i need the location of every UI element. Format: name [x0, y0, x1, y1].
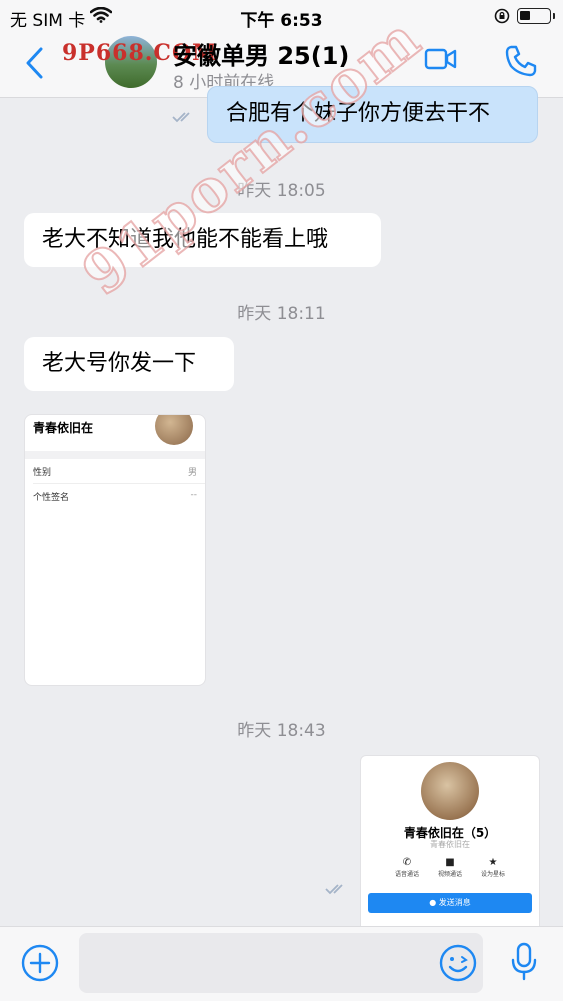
emoji-icon[interactable] [438, 943, 478, 983]
send-message-button[interactable]: ● 发送消息 [368, 893, 532, 913]
card-row-value: 男 [187, 468, 197, 478]
divider [25, 451, 205, 459]
timestamp: 昨天 18:43 [237, 721, 326, 741]
card-row-label: 性别 [33, 468, 52, 478]
card-contact-sub: 青春依旧在 [430, 840, 470, 849]
back-chevron-icon[interactable] [24, 46, 46, 80]
add-attachment-icon[interactable] [20, 943, 60, 983]
message-bubble-incoming[interactable]: 老大号你发一下 [24, 337, 234, 391]
rotation-lock-icon [494, 8, 510, 24]
top-bar: 无 SIM 卡 下午 6:53 9P668.COM 安徽单男 25(1) 8 小… [0, 0, 563, 98]
profile-screenshot-card[interactable]: 青春依旧在 性别 男 个性签名 -- [24, 414, 206, 686]
divider [33, 483, 205, 484]
clock: 下午 6:53 [240, 11, 323, 31]
contact-card-outgoing[interactable]: 青春依旧在（5） 青春依旧在 ✆ 语音通话 ■ 视频通话 ★ 设为星标 ● 发送… [360, 755, 540, 932]
read-receipt-icon [325, 884, 343, 895]
card-row-label: 个性签名 [33, 493, 70, 503]
card-avatar [421, 762, 479, 820]
read-receipt-icon [172, 112, 190, 123]
card-action-star[interactable]: ★ 设为星标 [468, 856, 518, 878]
timestamp: 昨天 18:05 [237, 181, 326, 201]
message-input[interactable] [79, 933, 483, 993]
send-message-label: 发送消息 [438, 898, 471, 907]
card-profile-name: 青春依旧在 [33, 421, 94, 435]
card-avatar [155, 415, 193, 445]
status-bar: 无 SIM 卡 下午 6:53 [0, 0, 563, 31]
battery-icon [517, 8, 555, 24]
card-action-label: 语音通话 [394, 871, 419, 878]
card-row-value: -- [190, 490, 198, 500]
card-action-label: 设为星标 [480, 871, 505, 878]
message-text: 老大号你发一下 [42, 351, 197, 376]
phone-call-icon[interactable] [504, 44, 538, 78]
microphone-icon[interactable] [510, 942, 538, 982]
timestamp: 昨天 18:11 [237, 304, 326, 324]
card-action-label: 视频通话 [437, 871, 462, 878]
chat-bubble-icon: ● [429, 898, 439, 907]
star-icon: ★ [488, 857, 498, 868]
